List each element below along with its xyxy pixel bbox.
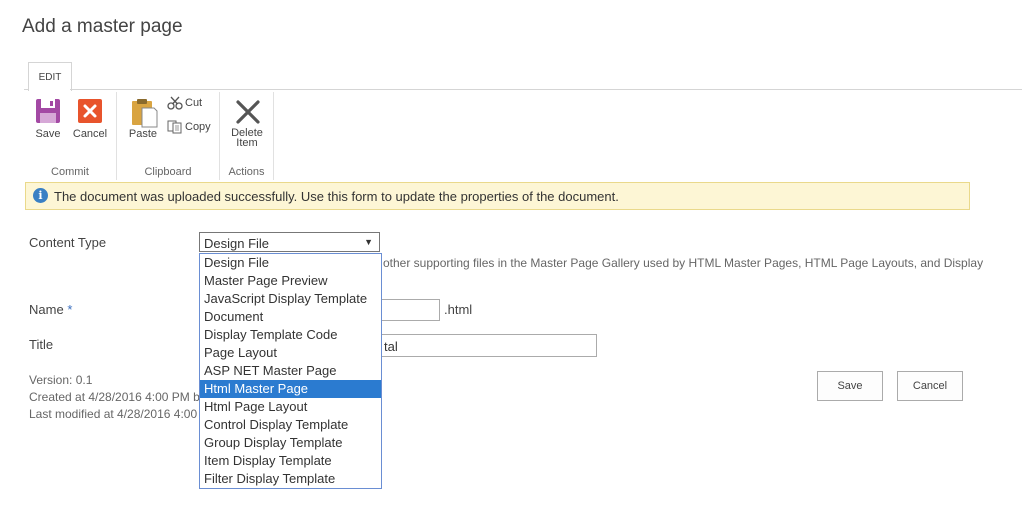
- info-icon: i: [33, 188, 48, 203]
- group-label-commit: Commit: [51, 166, 89, 178]
- dropdown-option[interactable]: Filter Display Template: [200, 470, 381, 488]
- save-ribbon-button[interactable]: Save: [28, 98, 68, 140]
- group-label-actions: Actions: [228, 166, 265, 178]
- ribbon-group-clipboard: Paste Cut Copy Clipboard: [117, 92, 220, 180]
- dropdown-option[interactable]: Display Template Code: [200, 326, 381, 344]
- ribbon-group-commit: Save Cancel Commit: [24, 92, 117, 180]
- modified-text: Last modified at 4/28/2016 4:00 P: [29, 407, 209, 421]
- paste-button[interactable]: Paste: [123, 98, 163, 140]
- name-label: Name *: [29, 302, 72, 317]
- content-type-label: Content Type: [29, 235, 107, 250]
- cancel-icon: [77, 98, 103, 124]
- dropdown-option[interactable]: Control Display Template: [200, 416, 381, 434]
- paste-label: Paste: [128, 128, 158, 140]
- cut-icon: [167, 96, 183, 110]
- dropdown-option[interactable]: Item Display Template: [200, 452, 381, 470]
- chevron-down-icon: ▼: [364, 237, 373, 247]
- required-marker: *: [67, 302, 73, 317]
- save-button[interactable]: Save: [817, 371, 883, 401]
- dropdown-option[interactable]: JavaScript Display Template: [200, 290, 381, 308]
- content-type-description: other supporting files in the Master Pag…: [383, 256, 984, 270]
- cancel-ribbon-label: Cancel: [72, 128, 108, 140]
- name-label-text: Name: [29, 302, 64, 317]
- copy-icon: [167, 120, 182, 134]
- created-text: Created at 4/28/2016 4:00 PM by: [29, 390, 206, 404]
- dropdown-option[interactable]: Master Page Preview: [200, 272, 381, 290]
- group-label-clipboard: Clipboard: [144, 166, 192, 178]
- name-extension: .html: [444, 302, 473, 317]
- dropdown-option[interactable]: ASP NET Master Page: [200, 362, 381, 380]
- save-icon: [35, 98, 61, 124]
- cut-button[interactable]: Cut: [167, 95, 202, 111]
- dropdown-option[interactable]: Document: [200, 308, 381, 326]
- copy-button[interactable]: Copy: [167, 119, 211, 135]
- dropdown-option[interactable]: Page Layout: [200, 344, 381, 362]
- ribbon-divider: [24, 89, 28, 90]
- dropdown-option-highlighted[interactable]: Html Master Page: [200, 380, 381, 398]
- cut-label: Cut: [185, 97, 203, 109]
- dropdown-option[interactable]: Group Display Template: [200, 434, 381, 452]
- ribbon-group-actions: Delete Item Actions: [220, 92, 274, 180]
- delete-item-button[interactable]: Delete Item: [227, 98, 267, 149]
- title-input[interactable]: tal: [380, 334, 597, 357]
- paste-icon: [130, 98, 158, 128]
- status-message-bar: i The document was uploaded successfully…: [25, 182, 970, 210]
- copy-label: Copy: [185, 121, 211, 133]
- ribbon-divider: [70, 89, 1022, 90]
- cancel-button[interactable]: Cancel: [897, 371, 963, 401]
- name-input[interactable]: [380, 299, 440, 321]
- delete-item-label: Delete Item: [227, 128, 267, 149]
- save-ribbon-label: Save: [35, 128, 61, 140]
- content-type-selected-value: Design File: [204, 236, 270, 251]
- delete-icon: [234, 98, 260, 124]
- dropdown-option[interactable]: Design File: [200, 254, 381, 272]
- version-text: Version: 0.1: [29, 373, 93, 387]
- dropdown-option[interactable]: Html Page Layout: [200, 398, 381, 416]
- title-label: Title: [29, 337, 54, 352]
- page-title: Add a master page: [22, 16, 183, 37]
- cancel-ribbon-button[interactable]: Cancel: [70, 98, 110, 140]
- content-type-dropdown[interactable]: Design File Master Page Preview JavaScri…: [199, 253, 382, 489]
- tab-edit[interactable]: EDIT: [28, 62, 72, 91]
- delete-label-line2: Item: [236, 137, 258, 149]
- content-type-select[interactable]: Design File ▼: [199, 232, 380, 252]
- status-message-text: The document was uploaded successfully. …: [54, 189, 619, 204]
